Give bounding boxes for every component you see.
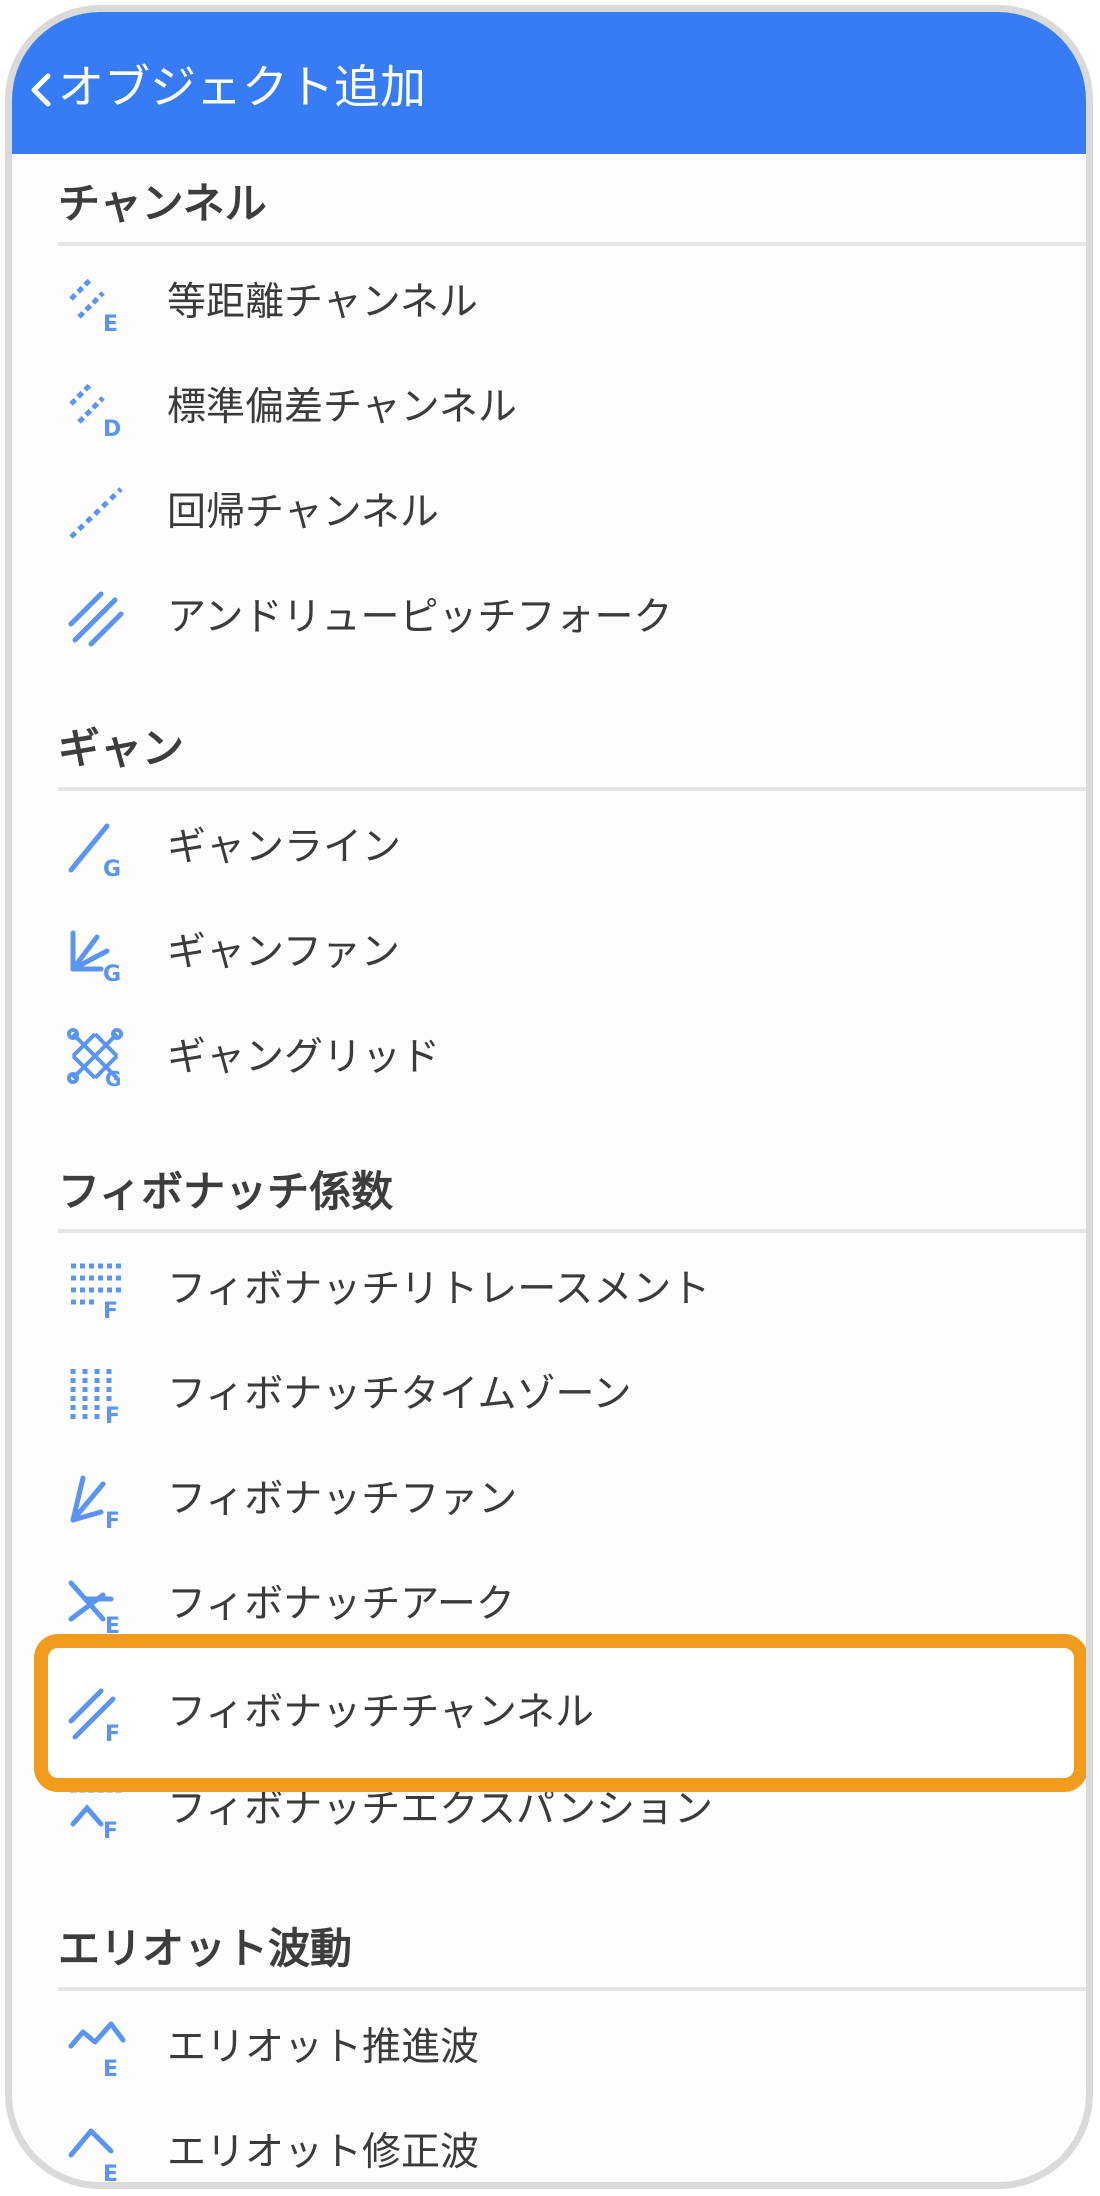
list-item-elliott-impulse[interactable]: E エリオット推進波 <box>67 2004 1077 2092</box>
svg-text:G: G <box>103 962 121 983</box>
section-divider <box>58 787 1086 791</box>
item-label: 回帰チャンネル <box>167 490 439 535</box>
list-item-elliott-correction[interactable]: E エリオット修正波 <box>67 2109 1077 2183</box>
fib-arc-icon: E <box>68 1580 120 1635</box>
section-title-channel: チャンネル <box>58 179 267 228</box>
list-item-regression-channel[interactable]: 回帰チャンネル <box>67 469 1077 557</box>
item-label: アンドリューピッチフォーク <box>167 595 673 640</box>
section-title-gann: ギャン <box>58 724 185 773</box>
svg-text:G: G <box>103 857 121 878</box>
svg-text:D: D <box>103 417 121 438</box>
section-divider <box>58 1987 1086 1991</box>
list-item-gann-fan[interactable]: G ギャンファン <box>67 909 1077 997</box>
gann-fan-icon: G <box>70 930 121 983</box>
svg-text:F: F <box>103 1819 118 1840</box>
fib-fan-icon: F <box>70 1475 120 1530</box>
regression-channel-icon <box>69 487 123 539</box>
section-divider <box>58 1229 1086 1233</box>
list-item-gann-line[interactable]: G ギャンライン <box>67 804 1077 892</box>
section-title-elliott: エリオット波動 <box>58 1924 353 1973</box>
item-label: フィボナッチリトレースメント <box>167 1267 711 1312</box>
item-label: ギャンファン <box>167 930 400 975</box>
item-label: ギャングリッド <box>167 1035 441 1080</box>
fib-channel-icon: F <box>68 1688 120 1743</box>
fib-retracement-icon: F <box>71 1263 121 1320</box>
list-item-std-deviation-channel[interactable]: D 標準偏差チャンネル <box>67 364 1077 452</box>
svg-text:E: E <box>103 2057 118 2078</box>
elliott-impulse-icon: E <box>68 2021 126 2078</box>
svg-text:F: F <box>105 1404 120 1425</box>
item-label: 標準偏差チャンネル <box>167 385 517 430</box>
item-label: エリオット推進波 <box>167 2025 480 2070</box>
elliott-correction-icon: E <box>68 2128 118 2183</box>
list-item-fib-retracement[interactable]: F フィボナッチリトレースメント <box>67 1246 1077 1334</box>
svg-text:E: E <box>103 312 118 333</box>
list-item-fib-timezone[interactable]: F フィボナッチタイムゾーン <box>67 1351 1077 1439</box>
list-item-equidistant-channel[interactable]: E 等距離チャンネル <box>67 259 1077 347</box>
item-label: ギャンライン <box>167 825 402 870</box>
list-item-gann-grid[interactable]: G ギャングリッド <box>67 1014 1077 1102</box>
svg-text:E: E <box>103 2162 118 2183</box>
svg-text:F: F <box>103 1299 118 1320</box>
page-title: オブジェクト追加 <box>58 60 426 114</box>
equidistant-channel-icon: E <box>69 277 118 333</box>
phone-frame: オブジェクト追加 チャンネル E 等距離チャンネル D 標準偏差チャンネル 回帰… <box>5 5 1093 2189</box>
item-label: 等距離チャンネル <box>167 280 478 325</box>
svg-text:E: E <box>105 1614 120 1635</box>
chevron-left-icon[interactable] <box>26 70 56 110</box>
svg-text:G: G <box>105 1067 121 1088</box>
gann-grid-icon: G <box>67 1028 123 1088</box>
list-item-andrews-pitchfork[interactable]: アンドリューピッチフォーク <box>67 574 1077 662</box>
item-label: エリオット修正波 <box>167 2130 480 2175</box>
item-label: フィボナッチチャンネル <box>167 1690 595 1735</box>
item-label: フィボナッチタイムゾーン <box>167 1372 632 1417</box>
svg-text:F: F <box>105 1722 120 1743</box>
list-item-fib-channel[interactable]: F フィボナッチチャンネル <box>67 1669 1077 1757</box>
std-deviation-channel-icon: D <box>69 382 121 438</box>
svg-text:F: F <box>105 1509 120 1530</box>
section-title-fibonacci: フィボナッチ係数 <box>58 1167 394 1216</box>
gann-line-icon: G <box>68 823 121 878</box>
andrews-pitchfork-icon <box>68 591 124 647</box>
fib-timezone-icon: F <box>70 1369 120 1425</box>
section-divider <box>58 242 1086 246</box>
item-label: フィボナッチファン <box>167 1477 518 1522</box>
header-bar: オブジェクト追加 <box>12 12 1086 154</box>
list-item-fib-fan[interactable]: F フィボナッチファン <box>67 1456 1077 1544</box>
